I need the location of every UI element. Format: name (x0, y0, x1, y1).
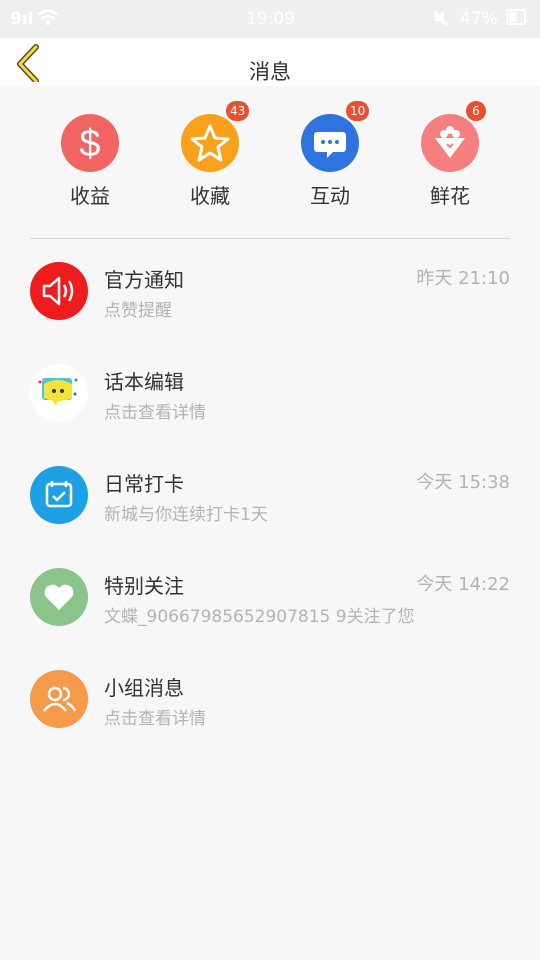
message-title: 特别关注 (104, 574, 184, 598)
message-row-official[interactable]: 官方通知 点赞提醒 昨天 21:10 (0, 262, 540, 364)
quick-action-label: 鲜花 (430, 184, 470, 208)
calendar-check-icon (30, 466, 88, 524)
quick-action-label: 互动 (310, 184, 350, 208)
quick-action-earnings[interactable]: $ 收益 (40, 114, 140, 209)
editor-avatar-icon (30, 364, 88, 422)
wifi-icon (36, 7, 60, 32)
message-title: 日常打卡 (104, 472, 184, 496)
message-time: 今天 14:22 (416, 574, 510, 595)
app-header: 消息 (0, 38, 540, 86)
battery-icon (506, 9, 526, 25)
dollar-icon: $ (79, 123, 100, 165)
message-time: 昨天 21:10 (416, 268, 510, 289)
battery-percent: 47% (460, 9, 498, 29)
quick-action-flowers[interactable]: 6 鲜花 (400, 101, 500, 209)
quick-action-label: 收益 (70, 184, 110, 208)
message-row-group[interactable]: 小组消息 点击查看详情 (0, 670, 540, 772)
status-bar: 9ıl 19:09 47% (0, 0, 540, 38)
quick-action-favorites[interactable]: 43 收藏 (160, 101, 260, 209)
message-subtitle: 点击查看详情 (104, 709, 206, 729)
favorites-circle: 43 (181, 101, 250, 172)
message-title: 小组消息 (104, 676, 184, 700)
signal-indicator: 9ıl (10, 9, 34, 29)
message-title: 话本编辑 (104, 370, 184, 394)
earnings-circle: $ (61, 114, 119, 172)
bouquet-icon (435, 126, 465, 158)
message-time: 今天 15:38 (416, 472, 510, 493)
star-icon (190, 124, 230, 162)
message-title: 官方通知 (104, 268, 184, 292)
message-row-checkin[interactable]: 日常打卡 新城与你连续打卡1天 今天 15:38 (0, 466, 540, 568)
group-icon (30, 670, 88, 728)
quick-action-label: 收藏 (190, 184, 230, 208)
page-title: 消息 (249, 60, 291, 84)
silent-mode-icon (432, 9, 450, 32)
heart-icon (30, 568, 88, 626)
divider (30, 238, 510, 239)
speaker-icon (30, 262, 88, 320)
interaction-badge: 10 (346, 101, 370, 121)
svg-text:$: $ (79, 123, 100, 165)
quick-actions: $ 收益 43 收藏 10 互动 6 鲜花 (0, 86, 540, 216)
status-time: 19:09 (246, 9, 295, 29)
interaction-circle: 10 (301, 101, 370, 172)
favorites-badge: 43 (226, 101, 250, 121)
message-subtitle: 点击查看详情 (104, 403, 206, 423)
message-row-special-follow[interactable]: 特别关注 文蝶_90667985652907815 9关注了您 今天 14:22 (0, 568, 540, 670)
flowers-badge: 6 (466, 101, 486, 121)
quick-action-interaction[interactable]: 10 互动 (280, 101, 380, 209)
message-subtitle: 点赞提醒 (104, 301, 172, 321)
chat-bubble-icon (314, 132, 346, 158)
message-subtitle: 文蝶_90667985652907815 9关注了您 (104, 607, 415, 627)
message-subtitle: 新城与你连续打卡1天 (104, 505, 268, 525)
message-row-editor[interactable]: 话本编辑 点击查看详情 (0, 364, 540, 466)
flowers-circle: 6 (421, 101, 486, 172)
